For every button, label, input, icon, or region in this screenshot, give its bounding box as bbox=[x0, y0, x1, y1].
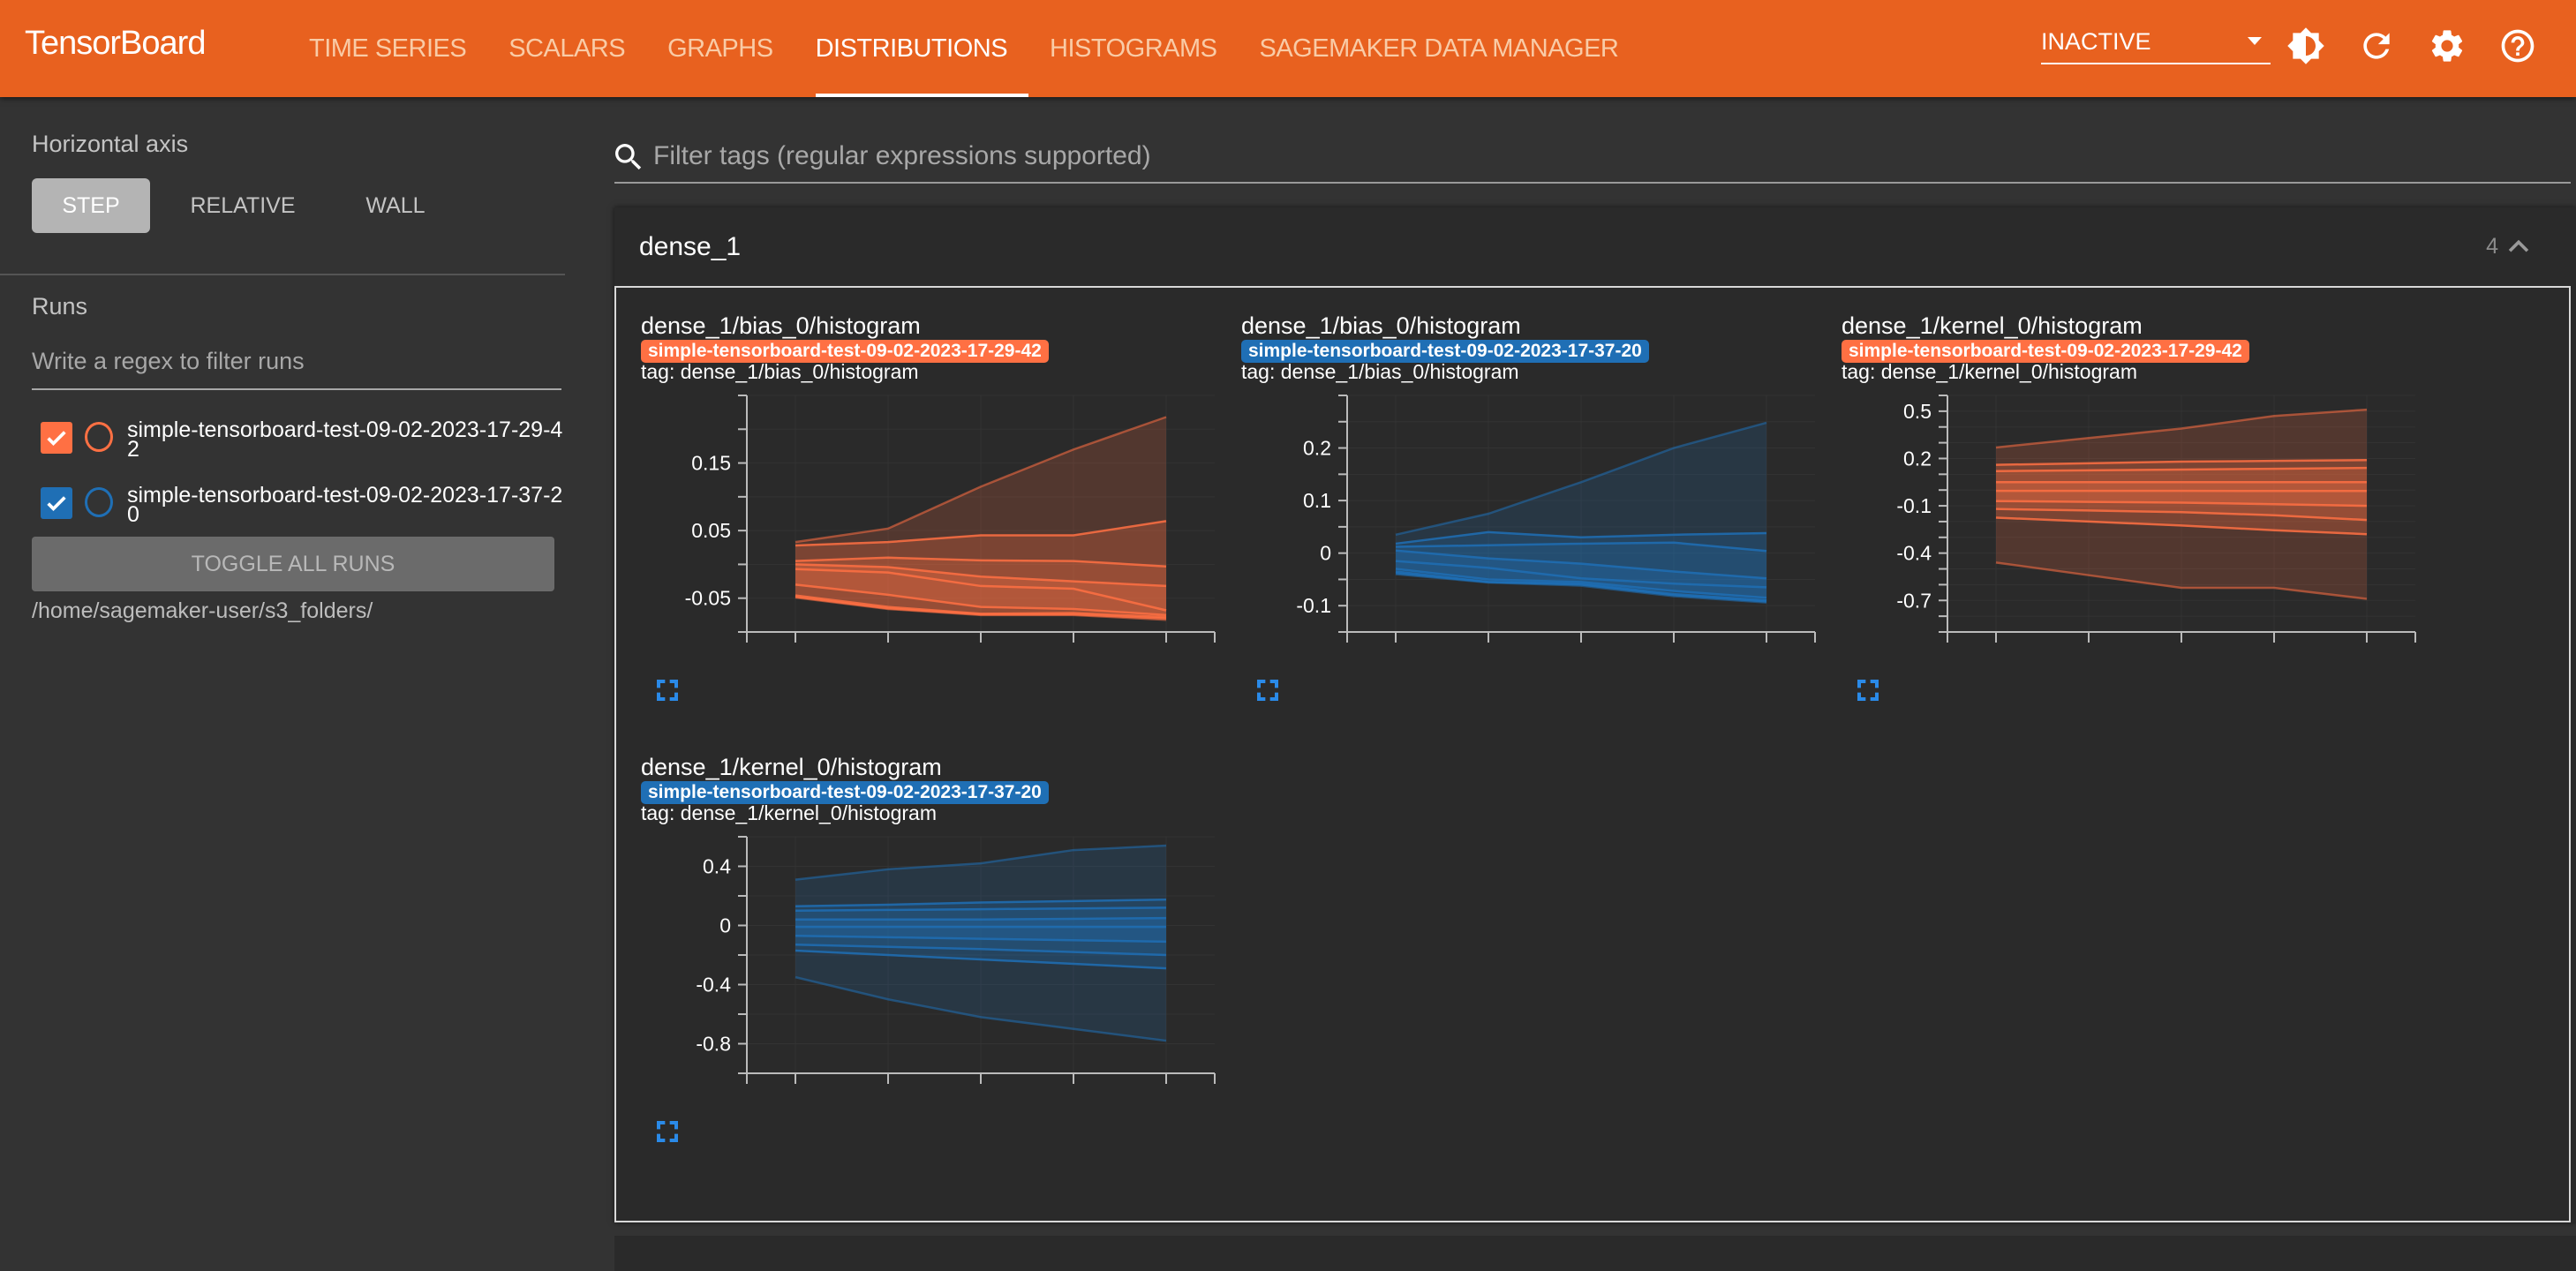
search-icon bbox=[611, 139, 646, 175]
tag-group-count: 4 bbox=[2486, 234, 2498, 259]
distribution-chart[interactable]: 0.2 0.1 0 -0.1 bbox=[1241, 387, 1824, 651]
run-color-picker[interactable] bbox=[85, 487, 113, 517]
tab-label: SCALARS bbox=[508, 34, 625, 64]
run-item: simple-tensorboard-test-09-02-2023-17-37… bbox=[32, 478, 570, 531]
theme-toggle-button[interactable] bbox=[2285, 25, 2327, 67]
y-tick-label: 0.5 bbox=[1903, 400, 1932, 423]
distribution-band bbox=[1996, 482, 2367, 491]
tab-time-series[interactable]: TIME SERIES bbox=[288, 0, 487, 97]
y-tick-label: -0.4 bbox=[1896, 542, 1932, 565]
plugin-tabs: TIME SERIES SCALARS GRAPHS DISTRIBUTIONS… bbox=[288, 0, 1639, 97]
tab-label: TIME SERIES bbox=[309, 34, 466, 64]
y-tick-label: -0.7 bbox=[1896, 589, 1932, 612]
help-icon bbox=[2498, 26, 2537, 65]
panel-tag: tag: dense_1/bias_0/histogram bbox=[1241, 360, 1519, 384]
axis-relative-button[interactable]: RELATIVE bbox=[168, 178, 318, 233]
fullscreen-icon[interactable] bbox=[653, 1117, 682, 1146]
sidebar-divider bbox=[0, 274, 565, 275]
help-button[interactable] bbox=[2497, 25, 2539, 67]
y-tick-label: 0.1 bbox=[1303, 489, 1331, 512]
button-label: WALL bbox=[365, 193, 425, 219]
run-checkbox[interactable] bbox=[41, 422, 72, 454]
checkmark-icon bbox=[44, 491, 69, 515]
panel-tag: tag: dense_1/kernel_0/histogram bbox=[1842, 360, 2137, 384]
distribution-chart[interactable]: 0.5 0.2 -0.1 -0.4 -0.7 bbox=[1842, 387, 2424, 651]
run-name: simple-tensorboard-test-09-02-2023-17-29… bbox=[127, 420, 569, 459]
brightness-icon bbox=[2286, 26, 2325, 65]
button-label: TOGGLE ALL RUNS bbox=[192, 552, 395, 577]
tab-sagemaker-data-manager[interactable]: SAGEMAKER DATA MANAGER bbox=[1238, 0, 1639, 97]
horizontal-axis-label: Horizontal axis bbox=[32, 131, 188, 158]
distribution-chart[interactable]: 0.4 0 -0.4 -0.8 bbox=[641, 828, 1224, 1093]
refresh-icon bbox=[2357, 26, 2396, 65]
tag-group-header[interactable]: dense_1 4 bbox=[614, 207, 2576, 287]
runs-filter-input[interactable]: Write a regex to filter runs bbox=[32, 334, 561, 390]
panel-title: dense_1/kernel_0/histogram bbox=[1842, 312, 2143, 340]
runs-label: Runs bbox=[32, 293, 87, 320]
y-tick-label: -0.05 bbox=[685, 587, 731, 610]
axis-step-button[interactable]: STEP bbox=[32, 178, 150, 233]
y-tick-label: -0.1 bbox=[1896, 494, 1932, 517]
tab-label: GRAPHS bbox=[667, 34, 772, 64]
run-item: simple-tensorboard-test-09-02-2023-17-29… bbox=[32, 413, 570, 466]
y-tick-label: -0.1 bbox=[1296, 594, 1331, 617]
distribution-panel: dense_1/bias_0/histogram simple-tensorbo… bbox=[1241, 312, 1824, 745]
chevron-up-icon[interactable] bbox=[2504, 232, 2534, 262]
fullscreen-icon[interactable] bbox=[1854, 676, 1882, 704]
y-tick-label: 0 bbox=[1320, 542, 1331, 565]
tag-group-card: dense_1 4 dense_1/bias_0/histogram simpl… bbox=[614, 207, 2576, 1222]
run-checkbox[interactable] bbox=[41, 487, 72, 519]
y-tick-label: -0.8 bbox=[696, 1033, 731, 1056]
y-tick-label: -0.4 bbox=[696, 974, 731, 996]
axis-wall-button[interactable]: WALL bbox=[335, 178, 456, 233]
sidebar: Horizontal axis STEP RELATIVE WALL Runs … bbox=[0, 97, 593, 1259]
y-tick-label: 0 bbox=[719, 914, 731, 937]
button-label: STEP bbox=[62, 193, 119, 219]
button-label: RELATIVE bbox=[190, 193, 295, 219]
fullscreen-icon[interactable] bbox=[1254, 676, 1282, 704]
y-tick-label: 0.05 bbox=[691, 519, 731, 542]
inactive-plugins-select[interactable]: INACTIVE bbox=[2041, 25, 2271, 64]
settings-button[interactable] bbox=[2426, 25, 2468, 67]
tab-graphs[interactable]: GRAPHS bbox=[646, 0, 794, 97]
toggle-all-runs-button[interactable]: TOGGLE ALL RUNS bbox=[32, 537, 554, 591]
tag-filter-input[interactable] bbox=[653, 138, 2507, 175]
panel-title: dense_1/bias_0/histogram bbox=[641, 312, 921, 340]
tag-filter-field bbox=[614, 131, 2571, 184]
distribution-chart[interactable]: 0.15 0.05 -0.05 bbox=[641, 387, 1224, 651]
y-tick-label: 0.15 bbox=[691, 452, 731, 475]
panel-title: dense_1/kernel_0/histogram bbox=[641, 754, 942, 781]
distribution-panel: dense_1/bias_0/histogram simple-tensorbo… bbox=[641, 312, 1224, 745]
brand-logo[interactable]: TensorBoard bbox=[25, 25, 205, 63]
reload-button[interactable] bbox=[2355, 25, 2398, 67]
tag-group-title: dense_1 bbox=[639, 232, 741, 262]
y-tick-label: 0.2 bbox=[1303, 437, 1331, 460]
panel-tag: tag: dense_1/kernel_0/histogram bbox=[641, 801, 937, 825]
tab-label: DISTRIBUTIONS bbox=[816, 34, 1007, 64]
run-name: simple-tensorboard-test-09-02-2023-17-37… bbox=[127, 485, 569, 524]
gear-icon bbox=[2428, 26, 2467, 65]
checkmark-icon bbox=[44, 425, 69, 450]
log-directory: /home/sagemaker-user/s3_folders/ bbox=[32, 598, 373, 624]
tab-distributions[interactable]: DISTRIBUTIONS bbox=[795, 0, 1028, 97]
panel-title: dense_1/bias_0/histogram bbox=[1241, 312, 1521, 340]
tab-histograms[interactable]: HISTOGRAMS bbox=[1028, 0, 1238, 97]
next-tag-group-card bbox=[614, 1236, 2576, 1271]
tab-label: SAGEMAKER DATA MANAGER bbox=[1259, 34, 1618, 64]
top-app-bar: TensorBoard TIME SERIES SCALARS GRAPHS D… bbox=[0, 0, 2576, 97]
fullscreen-icon[interactable] bbox=[653, 676, 682, 704]
runs-filter-placeholder: Write a regex to filter runs bbox=[32, 348, 305, 374]
run-color-picker[interactable] bbox=[85, 422, 113, 452]
select-value: INACTIVE bbox=[2041, 28, 2151, 55]
distribution-panel: dense_1/kernel_0/histogram simple-tensor… bbox=[641, 754, 1224, 1186]
main-content: dense_1 4 dense_1/bias_0/histogram simpl… bbox=[593, 97, 2576, 1259]
dropdown-caret-icon bbox=[2248, 37, 2262, 45]
distribution-panel: dense_1/kernel_0/histogram simple-tensor… bbox=[1842, 312, 2424, 745]
y-tick-label: 0.4 bbox=[703, 855, 731, 878]
y-tick-label: 0.2 bbox=[1903, 447, 1932, 470]
tab-scalars[interactable]: SCALARS bbox=[487, 0, 646, 97]
panel-tag: tag: dense_1/bias_0/histogram bbox=[641, 360, 919, 384]
tag-group-body: dense_1/bias_0/histogram simple-tensorbo… bbox=[614, 286, 2571, 1222]
tab-label: HISTOGRAMS bbox=[1050, 34, 1216, 64]
